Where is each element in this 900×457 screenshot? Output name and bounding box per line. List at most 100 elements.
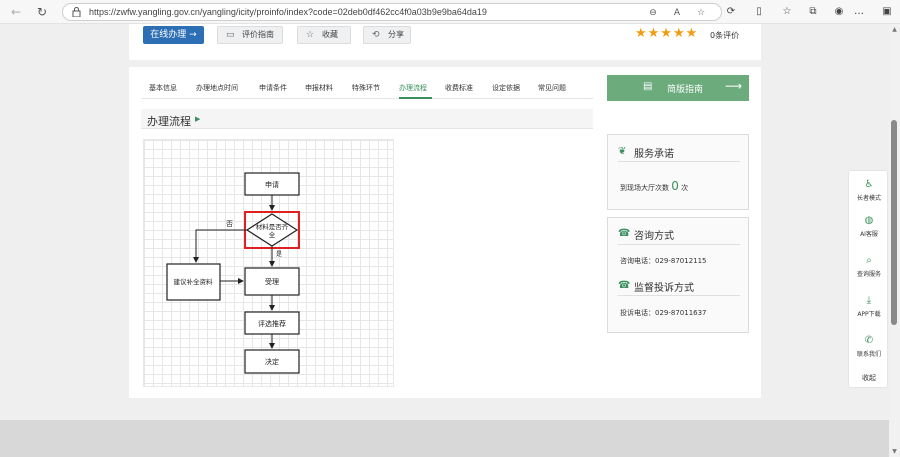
float-contact[interactable]: ✆ 联系我们 xyxy=(849,335,889,358)
online-apply-button[interactable]: 在线办理 → xyxy=(143,26,204,44)
tab-basic-info[interactable]: 基本信息 xyxy=(149,83,177,93)
complaint-phone: 投诉电话：029-87011637 xyxy=(620,309,707,317)
tab-materials[interactable]: 申报材料 xyxy=(305,83,333,93)
main-content: 基本信息 办理地点时间 申请条件 申报材料 特殊环节 办理流程 收费标准 设定依… xyxy=(129,67,761,398)
ai-service-icon: ◍ xyxy=(864,215,874,226)
favorite-icon[interactable]: ☆ xyxy=(695,7,707,19)
download-label: APP下载 xyxy=(857,311,881,318)
evaluation-guide-label: 评价指南 xyxy=(242,30,274,39)
refresh-icon[interactable]: ↻ xyxy=(34,4,50,20)
edge-no-label: 否 xyxy=(226,220,233,228)
page-footer-band xyxy=(0,420,889,457)
triangle-icon: ▶ xyxy=(195,115,201,123)
node-check-label-1: 材料是否齐 xyxy=(256,222,289,231)
tab-special[interactable]: 特殊环节 xyxy=(352,83,380,93)
ai-service-label: AI客服 xyxy=(860,231,878,238)
visits-line: 到现场大厅次数 0 次 xyxy=(620,179,688,193)
node-supplement: 建议补全资料 xyxy=(166,263,221,301)
extensions-icon[interactable]: ⟳ xyxy=(724,5,738,19)
contact-card: ☎ 咨询方式 咨询电话：029-87012115 ☎ 监督投诉方式 投诉电话：0… xyxy=(607,217,749,333)
node-accept-label: 受理 xyxy=(265,277,279,286)
node-apply-label: 申请 xyxy=(265,180,279,189)
float-app-download[interactable]: ⤓ APP下载 xyxy=(849,295,889,318)
rating-count: 0条评价 xyxy=(710,31,740,40)
query-icon: ⌕ xyxy=(866,255,872,266)
flowchart: 申请 材料是否齐 全 否 是 建议补全资料 受理 评选推荐 决定 xyxy=(166,172,300,374)
browser-toolbar: ← ↻ https://zwfw.yangling.gov.cn/yanglin… xyxy=(0,0,900,24)
node-review: 评选推荐 xyxy=(244,311,300,335)
visits-suffix: 次 xyxy=(681,184,689,192)
active-tab-indicator xyxy=(399,97,432,99)
consult-icon: ☎ xyxy=(618,228,631,239)
arrow-right-icon: ⟶ xyxy=(725,79,743,93)
quick-guide-button[interactable]: ▤ 简版指南 ⟶ xyxy=(607,75,749,101)
complaint-icon: ☎ xyxy=(618,280,631,291)
node-supplement-label: 建议补全资料 xyxy=(174,277,214,286)
detail-tabs: 基本信息 办理地点时间 申请条件 申报材料 特殊环节 办理流程 收费标准 设定依… xyxy=(141,77,593,99)
consult-phone: 咨询电话：029-87012115 xyxy=(620,257,707,265)
tab-basis[interactable]: 设定依据 xyxy=(492,83,520,93)
page-viewport: 在线办理 → ▭ 评价指南 ☆ 收藏 ⟲ 分享 ★★★★★ 0条评价 基本信息 … xyxy=(0,24,889,457)
collections-icon[interactable]: ⧉ xyxy=(806,5,820,19)
float-ai-service[interactable]: ◍ AI客服 xyxy=(849,215,889,238)
node-review-label: 评选推荐 xyxy=(258,319,286,328)
divider xyxy=(618,295,740,296)
section-header: 办理流程 ▶ xyxy=(141,109,593,129)
message-icon: ▭ xyxy=(226,30,235,40)
node-decide: 决定 xyxy=(244,349,300,374)
page-scrollbar[interactable]: ▲ ▼ xyxy=(889,24,900,457)
document-icon: ▤ xyxy=(643,81,653,92)
node-accept: 受理 xyxy=(244,267,300,296)
float-collapse[interactable]: 收起 xyxy=(849,371,889,383)
lock-icon xyxy=(72,7,81,17)
query-label: 查询服务 xyxy=(856,271,881,278)
service-commitment-card: ❦ 服务承诺 到现场大厅次数 0 次 xyxy=(607,134,749,210)
floating-toolbar: ♿ 长者模式 ◍ AI客服 ⌕ 查询服务 ⤓ APP下载 ✆ 联系我们 收起 xyxy=(848,170,888,388)
node-decide-label: 决定 xyxy=(265,357,279,366)
split-screen-icon[interactable]: ▯ xyxy=(752,5,766,19)
visits-count: 0 xyxy=(671,179,679,193)
phone-icon: ✆ xyxy=(864,335,874,346)
zoom-icon[interactable]: ⊖ xyxy=(647,7,659,19)
divider xyxy=(618,244,740,245)
node-check-label-2: 全 xyxy=(269,230,276,239)
divider xyxy=(618,161,740,162)
address-bar[interactable]: https://zwfw.yangling.gov.cn/yangling/ic… xyxy=(62,3,722,21)
elder-mode-icon: ♿ xyxy=(864,179,874,190)
scrollbar-thumb[interactable] xyxy=(891,120,897,325)
sidebar-icon[interactable]: ▣ xyxy=(880,5,894,19)
download-icon: ⤓ xyxy=(866,295,872,306)
tab-faq[interactable]: 常见问题 xyxy=(538,83,566,93)
read-aloud-icon[interactable]: A xyxy=(671,7,683,19)
favorite-button[interactable]: ☆ 收藏 xyxy=(297,26,351,44)
quick-guide-label: 简版指南 xyxy=(667,85,704,95)
star-outline-icon: ☆ xyxy=(306,30,315,40)
commitment-icon: ❦ xyxy=(618,146,627,157)
more-icon[interactable]: … xyxy=(852,5,866,19)
section-title: 办理流程 xyxy=(147,115,191,128)
rating-stars: ★★★★★ xyxy=(635,26,699,41)
float-query[interactable]: ⌕ 查询服务 xyxy=(849,255,889,278)
flowchart-canvas: 申请 材料是否齐 全 否 是 建议补全资料 受理 评选推荐 决定 xyxy=(143,139,394,387)
evaluation-guide-button[interactable]: ▭ 评价指南 xyxy=(217,26,283,44)
back-icon[interactable]: ← xyxy=(8,4,24,20)
tab-location-time[interactable]: 办理地点时间 xyxy=(196,83,238,93)
scroll-down-icon[interactable]: ▼ xyxy=(891,448,898,455)
favorite-label: 收藏 xyxy=(322,30,338,39)
collapse-label: 收起 xyxy=(862,374,876,382)
node-apply: 申请 xyxy=(244,172,300,196)
commitment-title: 服务承诺 xyxy=(634,149,674,160)
complaint-title: 监督投诉方式 xyxy=(634,283,694,294)
share-button[interactable]: ⟲ 分享 xyxy=(363,26,411,44)
share-label: 分享 xyxy=(388,30,404,39)
float-elder-mode[interactable]: ♿ 长者模式 xyxy=(849,179,889,202)
contact-label: 联系我们 xyxy=(856,351,881,358)
scroll-up-icon[interactable]: ▲ xyxy=(891,26,898,33)
tab-process[interactable]: 办理流程 xyxy=(399,83,427,93)
profile-icon[interactable]: ◉ xyxy=(832,5,846,19)
favorites-icon[interactable]: ☆ xyxy=(780,5,794,19)
consult-title: 咨询方式 xyxy=(634,231,674,242)
edge-check-no xyxy=(193,229,247,263)
tab-conditions[interactable]: 申请条件 xyxy=(259,83,287,93)
tab-fees[interactable]: 收费标准 xyxy=(445,83,473,93)
